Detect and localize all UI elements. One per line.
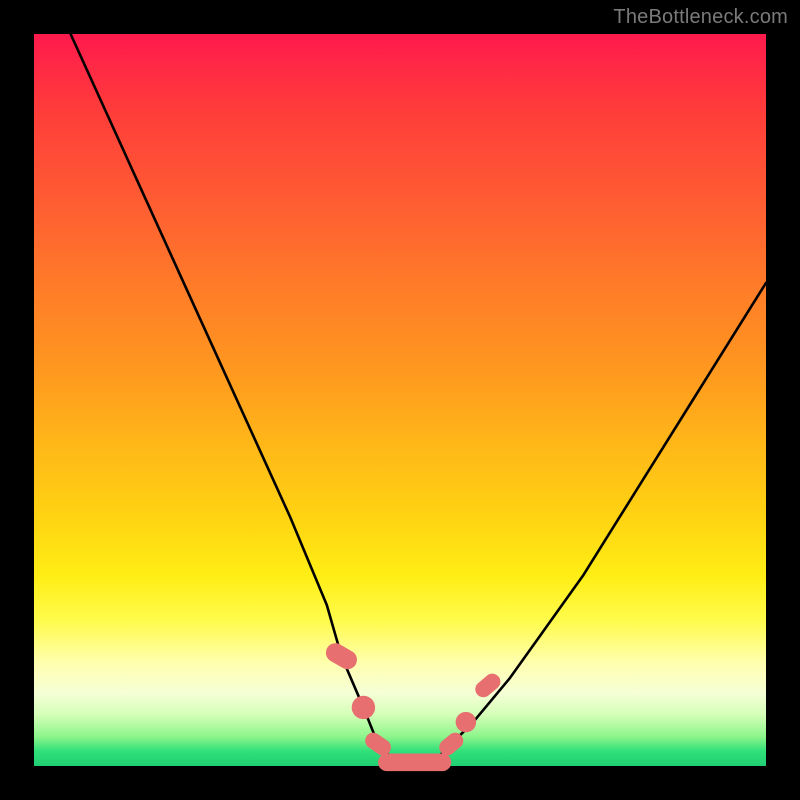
marker-right-dot	[456, 712, 477, 733]
marker-left-dot	[352, 696, 375, 719]
marker-right-upper	[472, 670, 504, 700]
chart-svg	[34, 34, 766, 766]
chart-frame: TheBottleneck.com	[0, 0, 800, 800]
bottleneck-curve	[71, 34, 766, 766]
marker-left-upper	[322, 640, 360, 673]
watermark-text: TheBottleneck.com	[613, 6, 788, 29]
marker-bottom-bar	[378, 754, 451, 772]
markers-group	[322, 640, 503, 771]
plot-area	[34, 34, 766, 766]
